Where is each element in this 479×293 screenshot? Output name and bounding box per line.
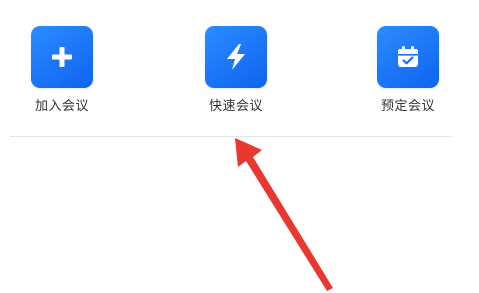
join-meeting-button[interactable]: 加入会议 — [22, 26, 102, 115]
schedule-meeting-tile — [377, 26, 439, 88]
plus-icon — [52, 47, 72, 67]
schedule-meeting-button[interactable]: 预定会议 — [368, 26, 448, 115]
join-meeting-label: 加入会议 — [34, 99, 89, 114]
lightning-icon — [227, 44, 245, 70]
quick-meeting-button[interactable]: 快速会议 — [196, 26, 276, 115]
join-meeting-tile — [31, 26, 93, 88]
section-divider — [10, 136, 452, 137]
calendar-check-icon — [398, 46, 418, 67]
quick-meeting-label: 快速会议 — [208, 99, 263, 114]
quick-meeting-tile — [205, 26, 267, 88]
meeting-actions-panel: 加入会议 快速会议 预定会议 — [0, 0, 479, 293]
schedule-meeting-label: 预定会议 — [380, 99, 435, 114]
